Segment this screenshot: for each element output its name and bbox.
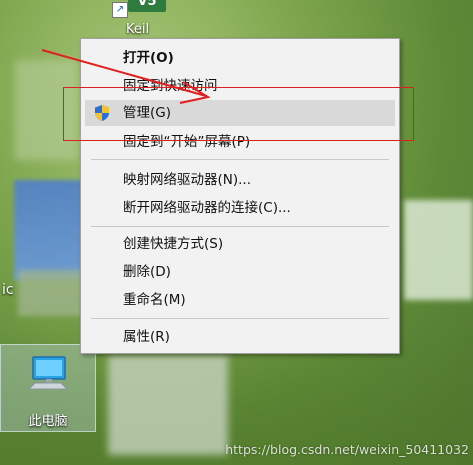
- menu-item-rename[interactable]: 重命名(M): [85, 287, 395, 313]
- menu-item-create-shortcut[interactable]: 创建快捷方式(S): [85, 231, 395, 257]
- this-pc-desktop-icon[interactable]: 此电脑: [0, 344, 96, 432]
- menu-separator: [91, 318, 389, 319]
- this-pc-label: 此电脑: [28, 414, 68, 429]
- annotation-highlight-box: [63, 87, 414, 141]
- menu-separator: [91, 159, 389, 160]
- menu-item-open[interactable]: 打开(O): [85, 45, 395, 71]
- computer-icon: [27, 356, 69, 390]
- keil-icon-label: Keil: [126, 22, 150, 37]
- menu-item-properties[interactable]: 属性(R): [85, 324, 395, 350]
- watermark-text: https://blog.csdn.net/weixin_50411032: [225, 442, 469, 457]
- menu-item-map-network-drive[interactable]: 映射网络驱动器(N)...: [85, 167, 395, 193]
- keil-badge: V5: [128, 0, 166, 12]
- blurred-desktop-item: [404, 200, 473, 300]
- keil-desktop-icon[interactable]: V5 ↗: [108, 0, 168, 22]
- blurred-desktop-item: [18, 270, 82, 316]
- menu-separator: [91, 226, 389, 227]
- menu-item-delete[interactable]: 删除(D): [85, 259, 395, 285]
- blurred-desktop-item: [14, 180, 84, 280]
- partial-icon-label: ic: [2, 282, 14, 298]
- shortcut-arrow-icon: ↗: [112, 2, 128, 18]
- blurred-desktop-item: [108, 355, 228, 455]
- context-menu: 打开(O) 固定到快速访问 管理(G) 固定到“开始”屏幕(P) 映射网络驱动器…: [80, 38, 400, 354]
- menu-item-disconnect-network-drive[interactable]: 断开网络驱动器的连接(C)...: [85, 195, 395, 221]
